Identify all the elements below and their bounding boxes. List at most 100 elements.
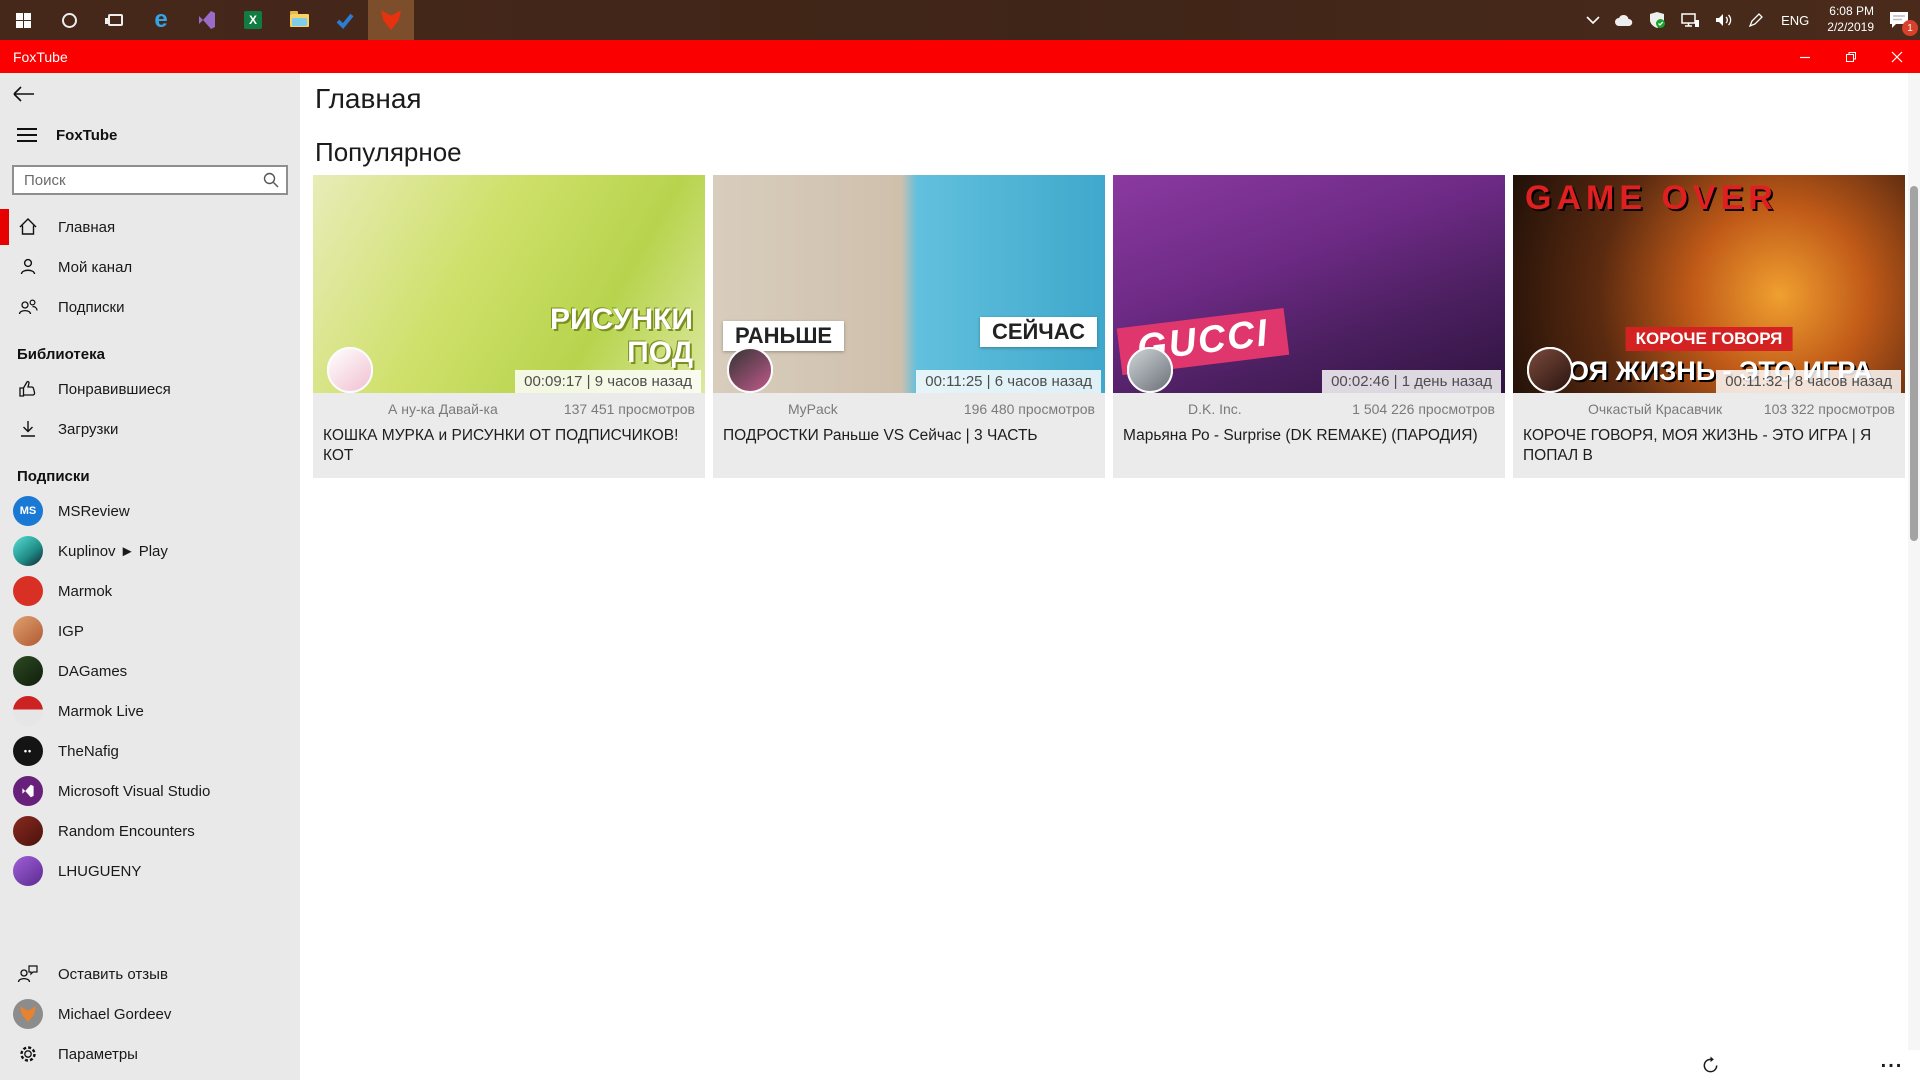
channel-name[interactable]: Очкастый Красавчик [1588, 401, 1722, 417]
app-titlebar: FoxTube [0, 40, 1920, 73]
channel-name[interactable]: D.K. Inc. [1188, 401, 1242, 417]
channel-avatar [13, 816, 43, 846]
back-arrow-icon [12, 85, 36, 103]
subscription-label: Microsoft Visual Studio [58, 783, 210, 800]
sidebar-item-label: Понравившиеся [58, 381, 171, 398]
sidebar-item-liked[interactable]: Понравившиеся [0, 369, 300, 409]
minimize-button[interactable] [1782, 40, 1828, 73]
subscription-label: TheNafig [58, 743, 119, 760]
action-center-button[interactable]: 1 [1882, 0, 1920, 40]
scrollbar-track[interactable] [1908, 73, 1920, 1050]
duration-badge: 00:09:17 | 9 часов назад [515, 370, 701, 393]
close-button[interactable] [1874, 40, 1920, 73]
gear-icon [17, 1044, 39, 1064]
start-button[interactable] [0, 0, 46, 40]
channel-avatar[interactable] [727, 347, 773, 393]
cortana-button[interactable] [46, 0, 92, 40]
video-title[interactable]: Марьяна Ро - Surprise (DK REMAKE) (ПАРОД… [1113, 417, 1505, 457]
sidebar-item-downloads[interactable]: Загрузки [0, 409, 300, 449]
video-title[interactable]: КОРОЧЕ ГОВОРЯ, МОЯ ЖИЗНЬ - ЭТО ИГРА | Я … [1513, 417, 1905, 478]
language-indicator[interactable]: ENG [1771, 0, 1819, 40]
download-icon [17, 419, 39, 439]
sidebar-item-label: Главная [58, 219, 115, 236]
video-title[interactable]: ПОДРОСТКИ Раньше VS Сейчас | 3 ЧАСТЬ [713, 417, 1105, 457]
defender-shield-icon[interactable] [1641, 0, 1673, 40]
channel-avatar[interactable] [1127, 347, 1173, 393]
more-button[interactable]: ... [1874, 1050, 1910, 1076]
sidebar-item-label: Параметры [58, 1046, 138, 1063]
video-card[interactable]: РИСУНКИ ПОД 00:09:17 | 9 часов назад А н… [313, 175, 705, 478]
tray-chevron-icon[interactable] [1579, 0, 1607, 40]
subscription-label: Marmok [58, 583, 112, 600]
video-card[interactable]: GAME OVER КОРОЧЕ ГОВОРЯ МОЯ ЖИЗНЬ - ЭТО … [1513, 175, 1905, 478]
channel-name[interactable]: А ну-ка Давай-ка [388, 401, 498, 417]
account-name: Michael Gordeev [58, 1006, 171, 1023]
search-box[interactable] [12, 165, 288, 195]
subscription-msreview[interactable]: MS MSReview [0, 491, 300, 531]
video-grid: 00:11:40 | 11 часов назад Lady Diana 974… [313, 175, 1913, 1080]
windows-logo-icon [16, 13, 31, 28]
video-thumbnail[interactable]: РАНЬШЕ СЕЙЧАС 00:11:25 | 6 часов назад [713, 175, 1105, 393]
video-thumbnail[interactable]: GAME OVER КОРОЧЕ ГОВОРЯ МОЯ ЖИЗНЬ - ЭТО … [1513, 175, 1905, 393]
task-view-button[interactable] [92, 0, 138, 40]
thumbnail-text: СЕЙЧАС [980, 317, 1097, 347]
thumbnail-text: GAME OVER [1525, 181, 1778, 217]
refresh-button[interactable] [1696, 1053, 1724, 1077]
search-input[interactable] [24, 172, 262, 189]
view-count: 137 451 просмотров [564, 401, 695, 417]
search-icon[interactable] [262, 171, 280, 189]
refresh-icon [1701, 1056, 1720, 1075]
taskbar-app-foxtube[interactable] [368, 0, 414, 40]
sidebar-item-my-channel[interactable]: Мой канал [0, 247, 300, 287]
channel-avatar [13, 656, 43, 686]
channel-avatar[interactable] [327, 347, 373, 393]
sidebar: FoxTube Главная Мой канал Подписки Библи… [0, 73, 300, 1080]
video-thumbnail[interactable]: РИСУНКИ ПОД 00:09:17 | 9 часов назад [313, 175, 705, 393]
sidebar-item-feedback[interactable]: Оставить отзыв [0, 954, 300, 994]
subscription-random-encounters[interactable]: Random Encounters [0, 811, 300, 851]
subscription-igp[interactable]: IGP [0, 611, 300, 651]
onedrive-cloud-icon[interactable] [1607, 0, 1641, 40]
subscription-label: Random Encounters [58, 823, 195, 840]
sidebar-item-subscriptions[interactable]: Подписки [0, 287, 300, 327]
subscription-lhugueny[interactable]: LHUGUENY [0, 851, 300, 891]
subscription-kuplinov-play[interactable]: Kuplinov ► Play [0, 531, 300, 571]
subscription-visual-studio[interactable]: Microsoft Visual Studio [0, 771, 300, 811]
video-card[interactable]: GUCCI 00:02:46 | 1 день назад D.K. Inc. … [1113, 175, 1505, 478]
video-card[interactable]: РАНЬШЕ СЕЙЧАС 00:11:25 | 6 часов назад M… [713, 175, 1105, 478]
volume-icon[interactable] [1707, 0, 1741, 40]
taskbar-app-edge[interactable]: e [138, 0, 184, 40]
sidebar-item-label: Загрузки [58, 421, 118, 438]
taskbar-app-file-explorer[interactable] [276, 0, 322, 40]
subscription-thenafig[interactable]: •• TheNafig [0, 731, 300, 771]
channel-name[interactable]: MyPack [788, 401, 838, 417]
subscription-marmok[interactable]: Marmok [0, 571, 300, 611]
people-icon [17, 297, 39, 317]
sidebar-item-label: Оставить отзыв [58, 966, 168, 983]
sidebar-item-settings[interactable]: Параметры [0, 1034, 300, 1074]
scrollbar-thumb[interactable] [1910, 186, 1918, 541]
tray-clock[interactable]: 6:08 PM 2/2/2019 [1819, 4, 1882, 35]
taskbar-app-todo[interactable] [322, 0, 368, 40]
sidebar-item-account[interactable]: Michael Gordeev [0, 994, 300, 1034]
fox-avatar-icon [20, 1006, 36, 1022]
duration-badge: 00:11:25 | 6 часов назад [916, 370, 1101, 393]
subscription-dagames[interactable]: DAGames [0, 651, 300, 691]
maximize-button[interactable] [1828, 40, 1874, 73]
channel-avatar[interactable] [1527, 347, 1573, 393]
subscription-label: Kuplinov ► Play [58, 543, 168, 560]
video-thumbnail[interactable]: GUCCI 00:02:46 | 1 день назад [1113, 175, 1505, 393]
channel-avatar [13, 536, 43, 566]
pen-icon[interactable] [1741, 0, 1771, 40]
video-title[interactable]: КОШКА МУРКА и РИСУНКИ ОТ ПОДПИСЧИКОВ! КО… [313, 417, 705, 478]
subscription-marmok-live[interactable]: Marmok Live [0, 691, 300, 731]
taskbar-app-excel[interactable]: X [230, 0, 276, 40]
hamburger-menu-button[interactable] [17, 128, 37, 142]
taskbar-app-visual-studio[interactable] [184, 0, 230, 40]
thumbnail-text: РИСУНКИ ПОД [550, 303, 693, 369]
home-icon [17, 217, 39, 237]
app-name: FoxTube [56, 127, 117, 144]
sidebar-item-home[interactable]: Главная [0, 207, 300, 247]
back-button[interactable] [0, 73, 300, 115]
network-icon[interactable] [1673, 0, 1707, 40]
